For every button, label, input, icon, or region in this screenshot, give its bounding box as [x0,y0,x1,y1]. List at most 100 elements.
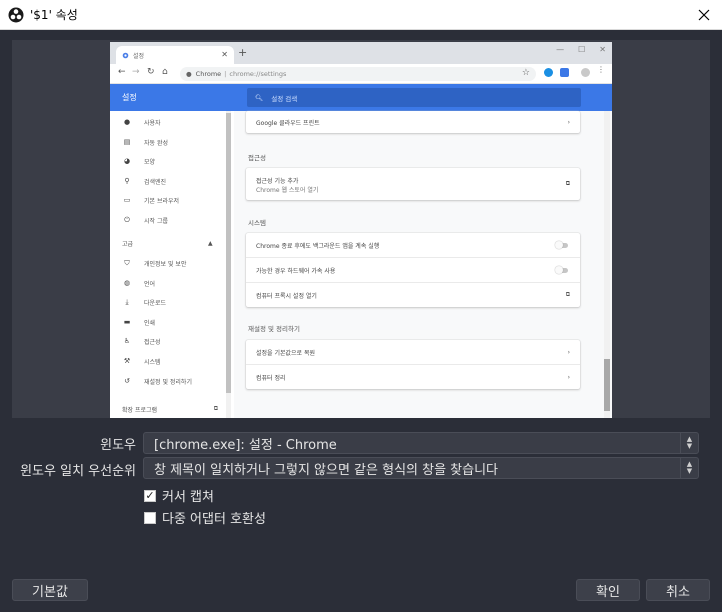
home-icon: ⌂ [162,67,168,77]
settings-row-subtitle: Chrome 웹 스토어 열기 [256,186,319,194]
extension-icon [560,68,569,77]
settings-card: Chrome 종료 후에도 백그라운드 앱을 계속 실행 가능한 경우 하드웨어… [246,233,580,307]
multi-adapter-checkbox[interactable] [144,511,156,524]
open-in-new-icon: ⧉ [565,180,570,187]
maximize-icon: ☐ [578,45,586,54]
sidebar-item: ⤓ 다운로드 [122,296,166,308]
close-icon: ✕ [599,45,606,54]
content-scrollbar-thumb [604,359,610,411]
search-icon: 🔍︎ [255,93,264,102]
minimize-icon: — [556,45,565,54]
sidebar-item: ● 사용자 [123,118,161,127]
chevron-right-icon: › [567,373,570,381]
select-arrows-icon: ▲ ▼ [680,433,698,453]
sidebar-item: ▬ 인쇄 [123,318,156,327]
section-title: 접근성 [248,154,266,162]
forward-icon: → [132,67,140,77]
omnibox-site: Chrome [195,70,222,78]
settings-card: Google 클라우드 프린트 › [246,111,580,133]
cancel-button[interactable]: 취소 [646,579,710,601]
window-select[interactable]: [chrome.exe]: 설정 - Chrome ▲ ▼ [143,432,699,454]
sidebar-item: ▭ 기본 브라우저 [123,196,180,205]
wrench-icon: ⚒ [123,357,131,365]
browser-icon: ▭ [123,196,131,204]
chrome-window-capture: 설정 ✕ + — ☐ ✕ ← → ↻ ⌂ ● Chrome | chrome:/… [110,42,612,418]
settings-row: Chrome 종료 후에도 백그라운드 앱을 계속 실행 [256,239,570,251]
settings-sidebar: ● 사용자 ▤ 자동 완성 ◕ 모양 ⚲ 검색엔진 ▭ 기본 브라우저 ⏻ 시작 그룹 고급… [110,111,234,418]
shield-icon: ⛉ [124,258,130,267]
sidebar-item: ↺ 재설정 및 정리하기 [122,375,192,387]
tab-close-icon: ✕ [221,50,228,59]
settings-search-placeholder: 설정 검색 [271,94,298,103]
settings-content: Google 클라우드 프린트 › 접근성 접근성 기능 추가 Chrome 웹… [234,111,612,418]
globe-icon: ◍ [123,279,131,287]
section-title: 재설정 및 정리하기 [248,325,300,333]
new-tab-icon: + [238,46,248,59]
open-in-new-icon: ⧉ [213,405,218,412]
multi-adapter-option[interactable]: 다중 어댑터 호환성 [144,508,266,527]
settings-row: 컴퓨터 프록시 설정 열기 ⧉ [256,291,570,300]
sidebar-item: ◍ 언어 [123,279,156,288]
sidebar-item: ⛉ 개인정보 및 보안 [122,257,186,269]
settings-row: 설정을 기본값으로 복원 › [256,348,570,357]
sidebar-item: ♿︎ 접근성 [123,337,161,346]
site-info-icon: ● [186,70,192,78]
settings-card: 접근성 기능 추가 Chrome 웹 스토어 열기 ⧉ [246,168,580,200]
chrome-window-controls: — ☐ ✕ [556,45,606,54]
priority-select-value: 창 제목이 일치하거나 그렇지 않으면 같은 형식의 창을 찾습니다 [154,462,499,478]
omnibox-separator: | [224,70,227,78]
chevron-up-icon: ▲ [208,239,213,247]
multi-adapter-label: 다중 어댑터 호환성 [162,512,266,527]
sidebar-scrollbar-thumb [226,113,231,393]
defaults-button[interactable]: 기본값 [12,579,88,601]
reset-icon: ↺ [124,377,130,385]
menu-dots-icon: ⋮ [597,65,605,74]
download-icon: ⤓ [125,297,129,306]
autofill-icon: ▤ [123,138,131,146]
title-bar: '$1' 속성 [0,0,722,30]
divider [246,257,580,258]
sidebar-item: ⏻ 시작 그룹 [122,214,168,226]
ok-button[interactable]: 확인 [576,579,640,601]
settings-header: 설정 🔍︎ 설정 검색 [110,84,612,111]
priority-select[interactable]: 창 제목이 일치하거나 그렇지 않으면 같은 형식의 창을 찾습니다 ▲ ▼ [143,457,699,479]
power-icon: ⏻ [124,215,130,224]
priority-label: 윈도우 일치 우선순위 [20,464,136,479]
settings-row: 컴퓨터 정리 › [256,373,570,382]
sidebar-item: ⚲ 검색엔진 [122,175,166,187]
omnibox-url: chrome://settings [229,70,287,78]
toggle-switch [555,265,568,274]
search-icon: ⚲ [124,177,130,185]
chrome-toolbar: ← → ↻ ⌂ ● Chrome | chrome://settings ☆ [110,64,612,84]
section-title: 시스템 [248,219,266,227]
settings-card: 설정을 기본값으로 복원 › 컴퓨터 정리 › [246,340,580,389]
settings-row: 가능한 경우 하드웨어 가속 사용 [256,264,570,276]
capture-cursor-checkbox[interactable]: ✓ [144,489,156,502]
settings-search: 🔍︎ 설정 검색 [247,88,581,107]
accessibility-icon: ♿︎ [123,337,131,345]
source-preview: 설정 ✕ + — ☐ ✕ ← → ↻ ⌂ ● Chrome | chrome:/… [12,40,710,418]
extension-icon [544,68,553,77]
chrome-omnibox: ● Chrome | chrome://settings ☆ [180,67,536,81]
chevron-right-icon: › [567,118,570,126]
palette-icon: ◕ [123,157,131,165]
settings-title: 설정 [122,93,137,102]
chrome-tabstrip: 설정 ✕ + — ☐ ✕ [110,42,612,64]
person-icon: ● [123,118,131,126]
chrome-tab-title: 설정 [133,52,145,60]
capture-cursor-label: 커서 캡쳐 [162,490,214,505]
open-in-new-icon: ⧉ [565,291,570,298]
sidebar-advanced-header: 고급 ▲ [122,239,213,248]
capture-cursor-option[interactable]: ✓ 커서 캡쳐 [144,486,214,505]
obs-logo-icon [8,7,24,22]
sidebar-item: ⚒ 시스템 [123,357,161,366]
close-button[interactable] [692,3,716,27]
chevron-right-icon: › [567,348,570,356]
window-title: '$1' 속성 [30,8,78,22]
window-select-value: [chrome.exe]: 설정 - Chrome [154,437,337,453]
window-label: 윈도우 [100,438,136,453]
select-arrows-icon: ▲ ▼ [680,458,698,478]
divider [246,282,580,283]
settings-gear-icon [122,52,129,58]
profile-avatar-icon [581,68,590,77]
